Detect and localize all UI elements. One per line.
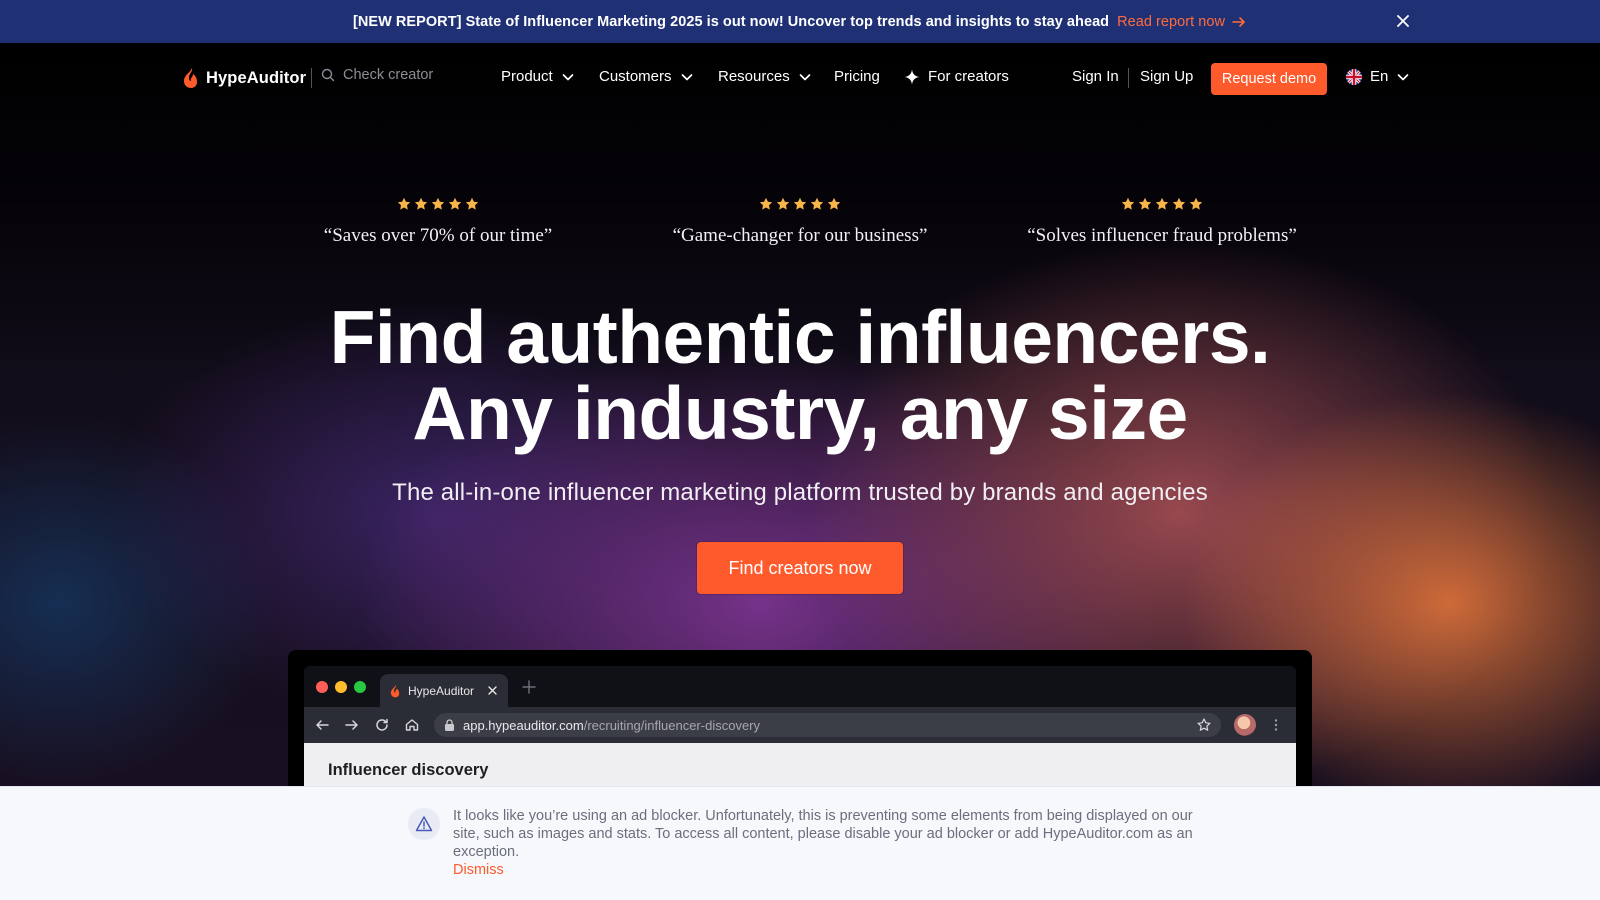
star-icon: [1138, 197, 1152, 210]
star-icon: [759, 197, 773, 210]
back-arrow-icon[interactable]: [314, 717, 330, 733]
nav-separator: [1128, 68, 1129, 88]
maximize-window-dot: [354, 681, 366, 693]
menu-for-creators[interactable]: For creators: [904, 68, 1009, 85]
star-icon: [1189, 197, 1203, 210]
sign-in-link[interactable]: Sign In: [1072, 68, 1119, 85]
ad-blocker-notice: It looks like you’re using an ad blocker…: [0, 786, 1600, 900]
language-label: En: [1370, 68, 1389, 85]
brand-name: HypeAuditor: [206, 68, 307, 87]
search-placeholder: Check creator: [343, 67, 434, 83]
minimize-window-dot: [335, 681, 347, 693]
testimonial: “Solves influencer fraud problems”: [992, 197, 1332, 247]
testimonial-quote: “Solves influencer fraud problems”: [1027, 225, 1297, 246]
chevron-down-icon: [799, 73, 811, 80]
find-creators-button[interactable]: Find creators now: [697, 542, 903, 594]
rating-stars: [992, 197, 1332, 213]
close-window-dot: [316, 681, 328, 693]
warning-icon-badge: [408, 808, 440, 840]
home-icon[interactable]: [404, 717, 420, 733]
check-creator-search[interactable]: Check creator: [321, 67, 433, 83]
flame-icon: [390, 684, 400, 697]
read-report-link[interactable]: Read report now: [1117, 14, 1247, 30]
nav-divider: [311, 68, 312, 88]
chevron-down-icon: [1398, 73, 1409, 80]
request-demo-button[interactable]: Request demo: [1211, 63, 1327, 95]
star-icon: [1172, 197, 1186, 210]
chevron-down-icon: [562, 73, 574, 80]
star-icon: [810, 197, 824, 210]
star-icon: [793, 197, 807, 210]
menu-resources[interactable]: Resources: [718, 68, 812, 85]
rating-stars: [268, 197, 608, 213]
menu-customers-label: Customers: [599, 68, 672, 85]
testimonial-quote: “Saves over 70% of our time”: [323, 225, 553, 246]
more-vertical-icon[interactable]: [1268, 717, 1284, 733]
url-host: app.hypeauditor.com: [463, 717, 584, 733]
sign-up-link[interactable]: Sign Up: [1140, 68, 1193, 85]
lock-icon: [445, 719, 454, 731]
browser-toolbar: app.hypeauditor.com/recruiting/influence…: [304, 707, 1296, 743]
star-icon: [1155, 197, 1169, 210]
bookmark-star-icon[interactable]: [1197, 718, 1211, 732]
browser-tabbar: HypeAuditor: [304, 666, 1296, 707]
star-icon: [776, 197, 790, 210]
menu-product[interactable]: Product: [501, 68, 575, 85]
sign-up-label: Sign Up: [1140, 68, 1194, 85]
uk-flag-icon: [1346, 68, 1362, 85]
profile-avatar[interactable]: [1234, 714, 1256, 736]
dismiss-link[interactable]: Dismiss: [453, 862, 504, 878]
menu-product-label: Product: [501, 68, 553, 85]
hero-subheadline: The all-in-one influencer marketing plat…: [392, 479, 1208, 506]
ad-blocker-message: It looks like you’re using an ad blocker…: [453, 808, 1193, 860]
reload-icon[interactable]: [374, 717, 390, 733]
menu-resources-label: Resources: [718, 68, 790, 85]
star-icon: [1121, 197, 1135, 210]
sparkle-icon: [904, 69, 920, 84]
star-icon: [431, 197, 445, 210]
testimonial-quote: “Game-changer for our business”: [672, 225, 928, 246]
forward-arrow-icon[interactable]: [344, 717, 360, 733]
menu-for-creators-label: For creators: [928, 68, 1009, 85]
app-page-title: Influencer discovery: [328, 761, 489, 779]
tab-title: HypeAuditor: [408, 683, 475, 698]
read-report-label: Read report now: [1117, 13, 1226, 30]
star-icon: [448, 197, 462, 210]
headline-line-1: Find authentic influencers.: [329, 295, 1271, 379]
menu-pricing[interactable]: Pricing: [834, 68, 880, 85]
star-icon: [827, 197, 841, 210]
plus-icon[interactable]: [522, 680, 536, 694]
browser-tab[interactable]: HypeAuditor: [380, 674, 508, 707]
star-icon: [414, 197, 428, 210]
brand-logo[interactable]: HypeAuditor: [183, 67, 306, 89]
sign-in-label: Sign In: [1072, 68, 1119, 85]
testimonial: “Game-changer for our business”: [630, 197, 970, 247]
hero-headline: Find authentic influencers. Any industry…: [0, 299, 1600, 451]
testimonial: “Saves over 70% of our time”: [268, 197, 608, 247]
close-icon[interactable]: [487, 685, 498, 696]
star-icon: [465, 197, 479, 210]
announcement-bar: [NEW REPORT] State of Influencer Marketi…: [0, 0, 1600, 43]
rating-stars: [630, 197, 970, 213]
announcement-message: [NEW REPORT] State of Influencer Marketi…: [352, 13, 1110, 30]
close-icon[interactable]: [1394, 12, 1412, 30]
warning-icon: [415, 816, 433, 832]
menu-pricing-label: Pricing: [834, 68, 880, 85]
arrow-right-icon: [1232, 16, 1245, 27]
star-icon: [397, 197, 411, 210]
url-path: /recruiting/influencer-discovery: [583, 717, 760, 733]
address-bar[interactable]: app.hypeauditor.com/recruiting/influence…: [434, 713, 1221, 737]
search-icon: [321, 68, 335, 82]
chevron-down-icon: [681, 73, 692, 80]
headline-line-2: Any industry, any size: [412, 371, 1188, 455]
top-navigation: HypeAuditor Check creator Product Custom…: [0, 43, 1600, 115]
flame-icon: [184, 68, 197, 88]
menu-customers[interactable]: Customers: [599, 68, 694, 85]
language-selector[interactable]: En: [1346, 68, 1410, 85]
